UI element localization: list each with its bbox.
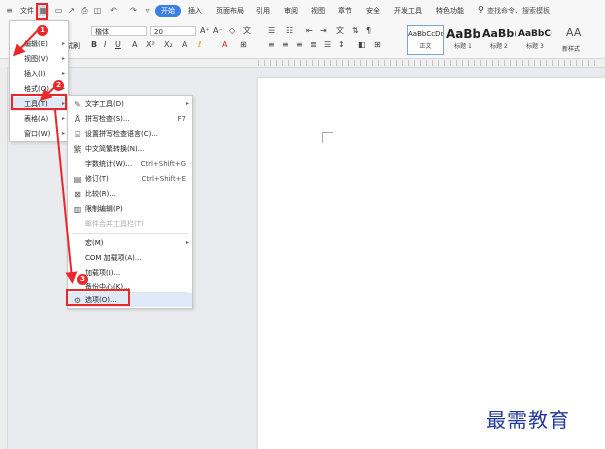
step-badge-2: 2 (53, 80, 64, 91)
watermark-text: 最需教育 (486, 408, 570, 432)
arrow-1 (12, 29, 39, 57)
arrow-3 (54, 109, 78, 284)
annotation-arrows (12, 29, 78, 284)
step-badge-1: 1 (37, 25, 48, 36)
step-badge-3: 3 (77, 274, 88, 285)
